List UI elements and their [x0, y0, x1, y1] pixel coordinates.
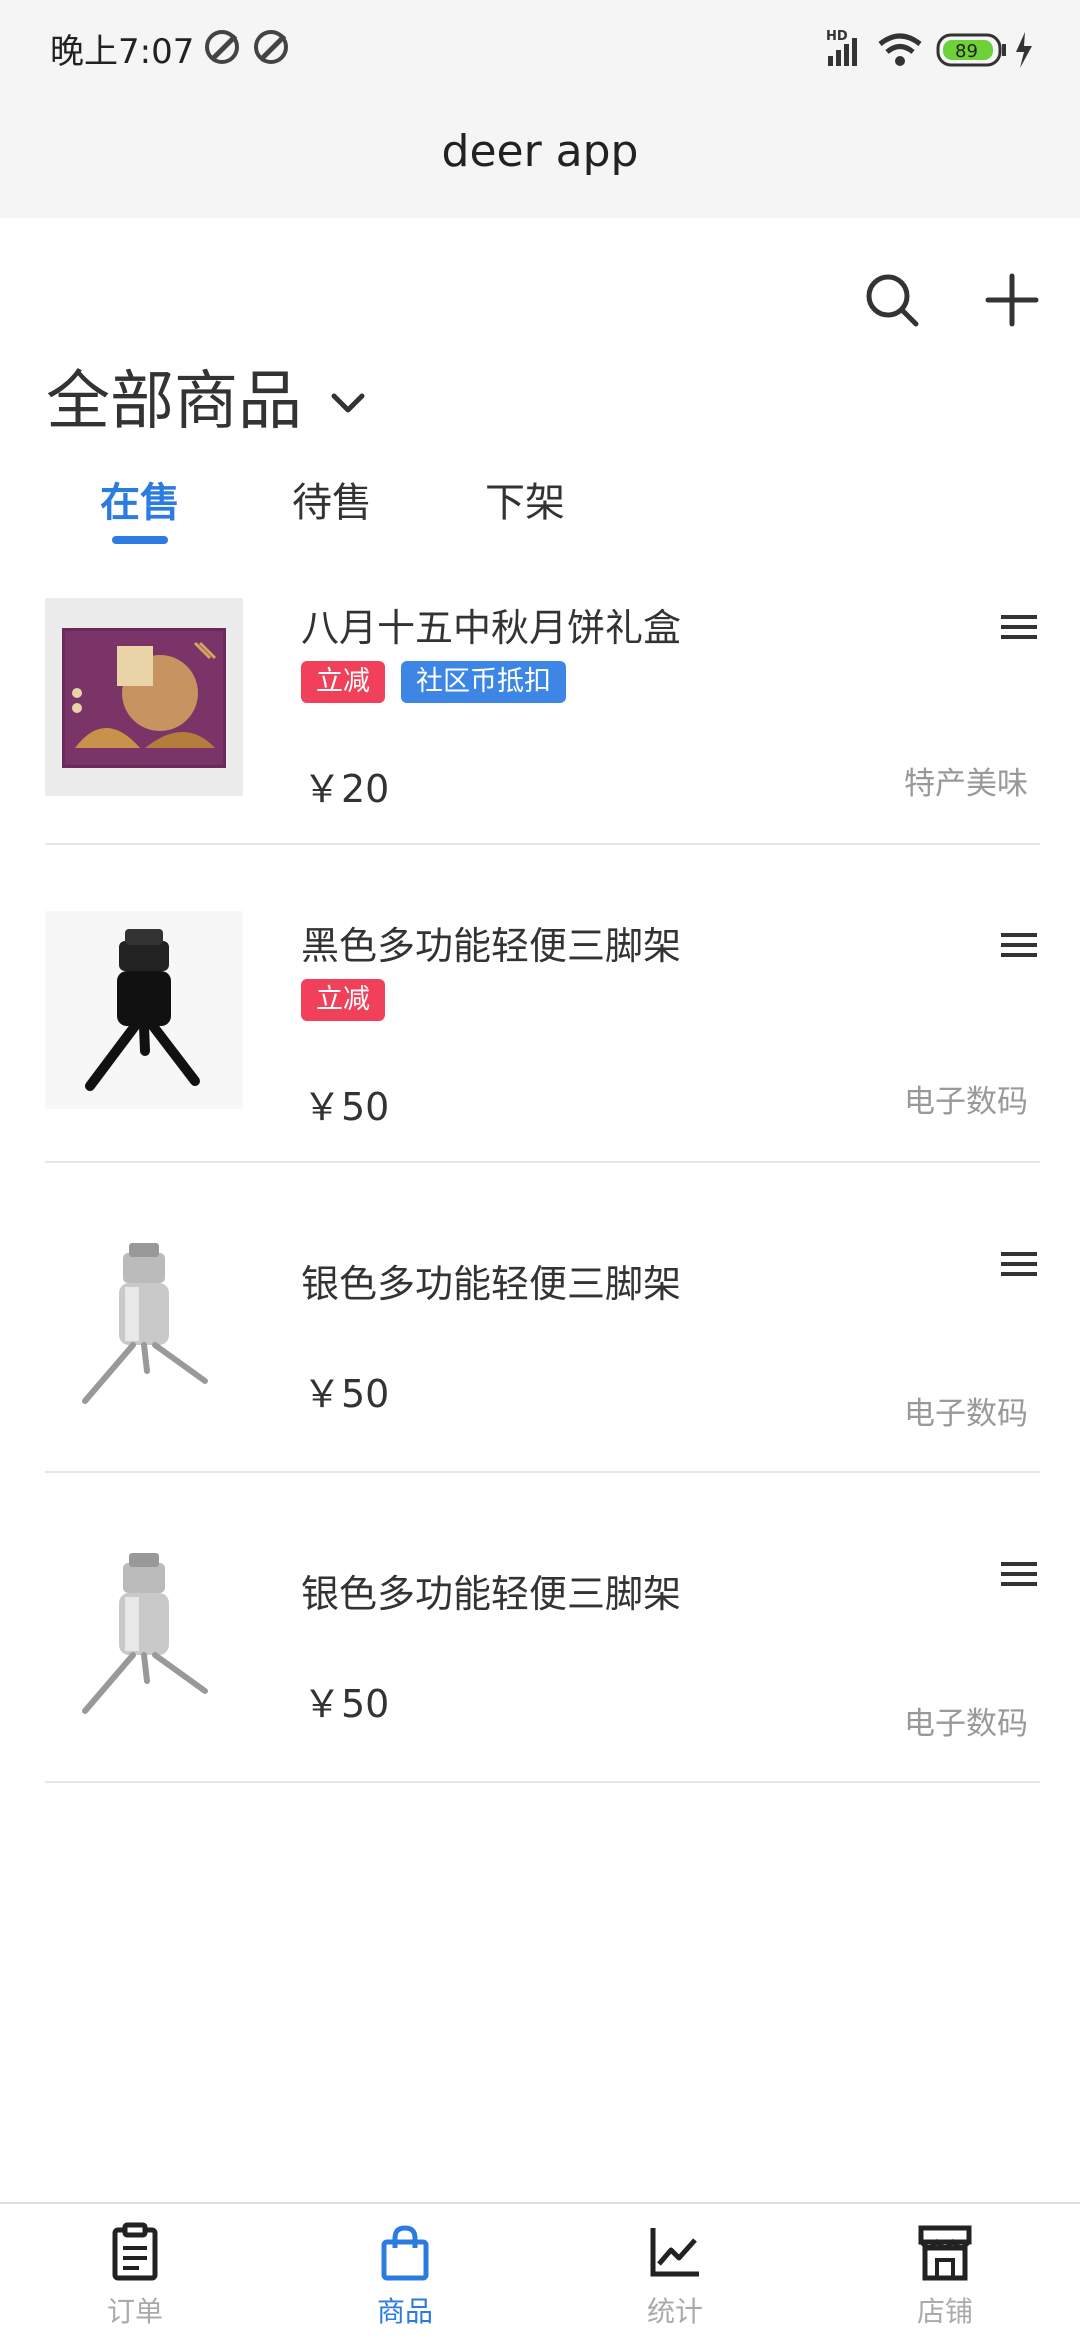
- nav-label-products: 商品: [376, 2295, 433, 2328]
- bottom-navigation: 订单 商品 统计 店铺: [0, 2202, 1080, 2342]
- product-price: ￥50: [303, 1085, 390, 1129]
- nav-label-orders: 订单: [106, 2295, 163, 2328]
- status-tabs: 在售 待售 下架: [0, 455, 1080, 555]
- product-image-silver-tripod: [45, 1541, 243, 1739]
- drag-handle-icon[interactable]: [1001, 1559, 1037, 1589]
- product-category: 特产美味: [904, 766, 1028, 802]
- battery-level: 89: [955, 41, 978, 62]
- product-item[interactable]: 八月十五中秋月饼礼盒 立减 社区币抵扣 ￥20 特产美味: [45, 595, 1040, 845]
- product-category: 电子数码: [904, 1396, 1028, 1432]
- drag-handle-icon[interactable]: [1001, 612, 1037, 642]
- product-name: 银色多功能轻便三脚架: [301, 1262, 682, 1306]
- product-item[interactable]: 银色多功能轻便三脚架 ￥50 电子数码: [45, 1471, 1040, 1783]
- shopping-bag-icon: [381, 2225, 429, 2281]
- tab-off-shelf[interactable]: 下架: [485, 470, 565, 528]
- status-bar: 晚上7:07 HD 89: [0, 0, 1080, 100]
- active-tab-indicator: [112, 536, 168, 544]
- search-icon[interactable]: [862, 270, 922, 330]
- notification-icon: [254, 30, 288, 64]
- product-item[interactable]: 银色多功能轻便三脚架 ￥50 电子数码: [45, 1161, 1040, 1473]
- tag-discount: 立减: [301, 661, 385, 703]
- notification-icon: [205, 30, 239, 64]
- product-price: ￥50: [303, 1372, 390, 1416]
- status-indicators: HD 89: [820, 24, 1060, 74]
- drag-handle-icon[interactable]: [1001, 1249, 1037, 1279]
- product-category: 电子数码: [904, 1084, 1028, 1120]
- signal-wifi-battery-icons: HD 89: [826, 29, 1032, 68]
- tab-on-sale[interactable]: 在售: [100, 470, 180, 528]
- status-time: 晚上7:07: [50, 32, 195, 72]
- nav-products[interactable]: 商品: [270, 2204, 540, 2342]
- tag-community-coin: 社区币抵扣: [401, 661, 566, 703]
- plus-icon[interactable]: [982, 270, 1042, 330]
- category-filter-title[interactable]: 全部商品: [46, 350, 302, 442]
- product-item[interactable]: 黑色多功能轻便三脚架 立减 ￥50 电子数码: [45, 843, 1040, 1163]
- nav-statistics[interactable]: 统计: [540, 2204, 810, 2342]
- clipboard-icon: [112, 2222, 158, 2281]
- tab-pending-sale[interactable]: 待售: [292, 470, 372, 528]
- product-price: ￥50: [303, 1682, 390, 1726]
- tag-discount: 立减: [301, 979, 385, 1021]
- line-chart-icon: [650, 2228, 699, 2277]
- product-name: 八月十五中秋月饼礼盒: [301, 606, 682, 650]
- nav-store[interactable]: 店铺: [810, 2204, 1080, 2342]
- nav-orders[interactable]: 订单: [0, 2204, 270, 2342]
- app-title: deer app: [441, 126, 639, 177]
- app-bar: deer app: [0, 100, 1080, 218]
- nav-label-statistics: 统计: [646, 2295, 703, 2328]
- chevron-down-icon[interactable]: [328, 388, 368, 418]
- network-type-text: HD: [826, 29, 848, 44]
- product-price: ￥20: [303, 767, 390, 811]
- product-tags: 立减 社区币抵扣: [301, 661, 582, 705]
- nav-label-store: 店铺: [916, 2295, 973, 2328]
- product-image-black-tripod: [45, 911, 243, 1109]
- product-image-mooncake-box: [45, 598, 243, 796]
- product-name: 银色多功能轻便三脚架: [301, 1572, 682, 1616]
- product-image-silver-tripod: [45, 1231, 243, 1429]
- drag-handle-icon[interactable]: [1001, 930, 1037, 960]
- product-category: 电子数码: [904, 1706, 1028, 1742]
- product-name: 黑色多功能轻便三脚架: [301, 924, 682, 968]
- store-icon: [918, 2225, 972, 2281]
- product-tags: 立减: [301, 979, 401, 1023]
